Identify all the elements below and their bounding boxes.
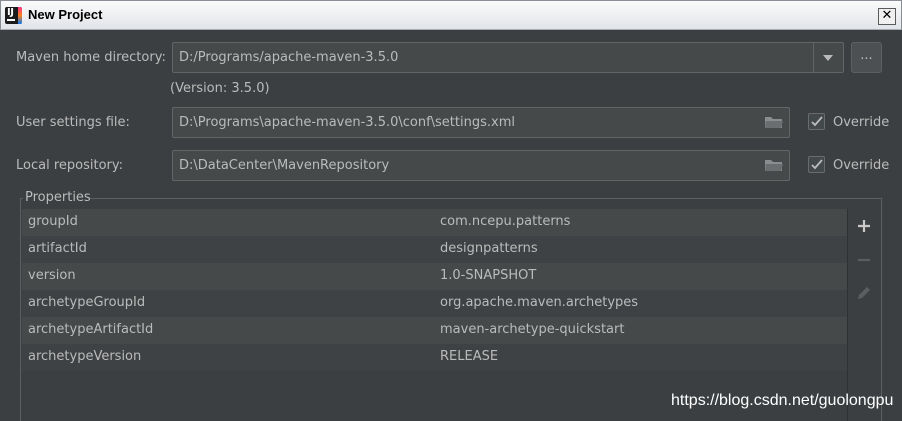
property-value: 1.0-SNAPSHOT (440, 268, 537, 283)
table-row[interactable]: version 1.0-SNAPSHOT (22, 263, 847, 290)
property-key: archetypeArtifactId (28, 322, 154, 337)
table-row[interactable]: groupId com.ncepu.patterns (22, 209, 847, 236)
group-border (20, 198, 21, 421)
table-row[interactable]: archetypeArtifactId maven-archetype-quic… (22, 317, 847, 344)
edit-icon[interactable] (855, 284, 873, 302)
chevron-down-icon (823, 55, 833, 61)
add-icon[interactable] (855, 217, 873, 235)
override-settings-checkbox[interactable] (808, 113, 825, 130)
property-key: groupId (28, 214, 78, 229)
property-key: archetypeGroupId (28, 295, 146, 310)
local-repository-value: D:\DataCenter\MavenRepository (179, 158, 390, 173)
watermark: https://blog.csdn.net/guolongpu (671, 392, 894, 409)
maven-home-label-text: Maven home directory: (16, 50, 166, 65)
folder-icon[interactable] (765, 116, 783, 129)
intellij-app-icon: IJ (5, 7, 22, 24)
folder-icon[interactable] (765, 159, 783, 172)
user-settings-value: D:\Programs\apache-maven-3.5.0\conf\sett… (179, 115, 515, 130)
properties-title: Properties (25, 190, 91, 205)
table-row[interactable]: archetypeVersion RELEASE (22, 344, 847, 371)
checkmark-icon (811, 159, 823, 170)
property-value: com.ncepu.patterns (440, 214, 571, 229)
property-value: RELEASE (440, 349, 499, 364)
maven-home-label: Maven home directory: (16, 50, 166, 65)
override-settings-label: Override (833, 115, 890, 130)
table-toolbar (847, 209, 881, 421)
property-value: org.apache.maven.archetypes (440, 295, 639, 310)
user-settings-field[interactable]: D:\Programs\apache-maven-3.5.0\conf\sett… (172, 107, 790, 138)
group-border (90, 198, 882, 199)
user-settings-label: User settings file: (16, 115, 130, 130)
window-title: New Project (28, 7, 103, 22)
properties-table: groupId com.ncepu.patterns artifactId de… (22, 209, 847, 421)
override-repository-label: Override (833, 158, 890, 173)
override-repository-checkbox[interactable] (808, 156, 825, 173)
property-value: designpatterns (440, 241, 538, 256)
maven-home-combo[interactable]: D:/Programs/apache-maven-3.5.0 (172, 42, 844, 73)
maven-version-note: (Version: 3.5.0) (170, 81, 270, 96)
group-border (881, 198, 882, 421)
local-repository-label: Local repository: (16, 158, 123, 173)
checkmark-icon (811, 116, 823, 127)
maven-home-value: D:/Programs/apache-maven-3.5.0 (179, 50, 399, 65)
property-key: archetypeVersion (28, 349, 142, 364)
maven-home-dropdown-button[interactable] (814, 42, 843, 73)
close-button[interactable]: ✕ (878, 8, 896, 25)
title-bar: IJ New Project ✕ (0, 0, 902, 30)
local-repository-field[interactable]: D:\DataCenter\MavenRepository (172, 150, 790, 181)
table-row[interactable]: artifactId designpatterns (22, 236, 847, 263)
remove-icon[interactable] (855, 251, 873, 269)
property-key: artifactId (28, 241, 87, 256)
browse-button[interactable]: ... (851, 42, 882, 73)
table-row[interactable]: archetypeGroupId org.apache.maven.archet… (22, 290, 847, 317)
property-key: version (28, 268, 76, 283)
property-value: maven-archetype-quickstart (440, 322, 625, 337)
